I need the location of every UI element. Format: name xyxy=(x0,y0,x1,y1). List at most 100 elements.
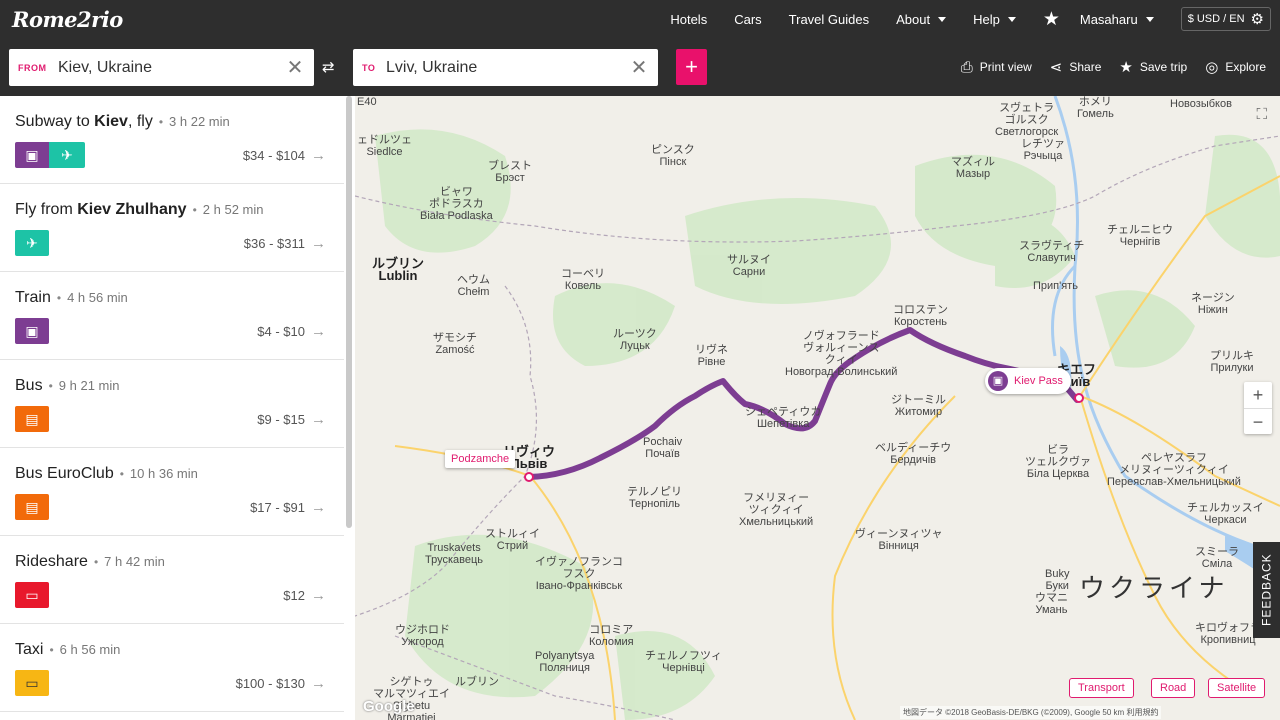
share-icon: ⋖ xyxy=(1049,59,1063,76)
route-modes: ▭ xyxy=(15,582,49,608)
train-icon: ▣ xyxy=(988,371,1008,391)
map-type-road[interactable]: Road xyxy=(1151,678,1196,698)
map-place-label: Polyanytsya Поляниця xyxy=(535,650,595,674)
from-input[interactable]: Kiev, Ukraine xyxy=(58,59,276,77)
start-station-pin[interactable]: Podzamche xyxy=(445,450,516,468)
print-view-button[interactable]: ⎙ Print view xyxy=(961,59,1032,76)
map-place-label: プリルキ Прилуки xyxy=(1210,350,1254,374)
nav-hotels[interactable]: Hotels xyxy=(670,12,707,27)
map-place-label: ビラ ツェルクヴァ Біла Церква xyxy=(1025,444,1091,480)
route-price-value: $100 - $130 xyxy=(235,676,305,691)
nav-travel-guides[interactable]: Travel Guides xyxy=(789,12,869,27)
share-button[interactable]: ⋖ Share xyxy=(1050,58,1102,76)
route-option[interactable]: Taxi • 6 h 56 min ▭ $100 - $130 → xyxy=(0,624,344,712)
end-station-pin[interactable]: ▣ Kiev Pass xyxy=(985,368,1071,394)
map-place-label: スヴェトラ ゴルスク Светлогорск xyxy=(995,102,1059,138)
train-icon: ▣ xyxy=(15,142,49,168)
zoom-control: + − xyxy=(1244,382,1272,434)
separator-dot: • xyxy=(158,115,164,129)
route-price: $9 - $15 → xyxy=(257,411,326,428)
map-place-label: ウマニ Умань xyxy=(1035,592,1068,616)
route-price: $36 - $311 → xyxy=(244,235,326,252)
user-menu[interactable]: Masaharu xyxy=(1080,12,1154,27)
chevron-down-icon xyxy=(1145,16,1154,22)
map-place-label: E40 xyxy=(357,96,377,108)
route-option[interactable]: Subway to Kiev, fly • 3 h 22 min ▣ ✈ $34 - $1… xyxy=(0,96,344,184)
route-option[interactable]: Bus EuroClub • 10 h 36 min ▤ $17 - $91 → xyxy=(0,448,344,536)
map-place-label: Truskavets Трускавець xyxy=(425,542,484,566)
to-field[interactable]: TO Lviv, Ukraine ✕ xyxy=(353,49,658,86)
map-place-label: ルーツク Луцьк xyxy=(613,328,657,352)
nav-help-dropdown[interactable]: Help xyxy=(973,12,1016,27)
route-title-text: Bus EuroClub xyxy=(15,465,114,482)
saved-trips-star-icon[interactable]: ★ xyxy=(1043,8,1060,31)
route-title-text: Taxi xyxy=(15,641,44,658)
route-option[interactable]: Fly from Kiev Zhulhany • 2 h 52 min ✈ $36 - … xyxy=(0,184,344,272)
printer-icon: ⎙ xyxy=(960,58,973,76)
separator-dot: • xyxy=(119,467,124,481)
map-place-label: ルブリン xyxy=(455,676,499,688)
route-price-value: $4 - $10 xyxy=(257,324,305,339)
from-field[interactable]: FROM Kiev, Ukraine ✕ xyxy=(9,49,314,86)
clear-from-icon[interactable]: ✕ xyxy=(276,55,314,80)
route-price: $4 - $10 → xyxy=(257,323,326,340)
to-input[interactable]: Lviv, Ukraine xyxy=(386,59,620,77)
map-place-label: コロミア Коломия xyxy=(589,624,634,648)
map-place-label: ベルディーチウ Бердичів xyxy=(875,442,952,466)
route-price: $12 → xyxy=(283,587,326,604)
route-option[interactable]: Bus • 9 h 21 min ▤ $9 - $15 → xyxy=(0,360,344,448)
nav-travel-guides-label: Travel Guides xyxy=(788,11,870,27)
route-list-scrollbar[interactable] xyxy=(346,96,352,528)
user-name: Masaharu xyxy=(1079,11,1138,27)
route-title-text: Train xyxy=(15,289,51,306)
explore-button[interactable]: ◎ Explore xyxy=(1205,58,1266,76)
currency-language-button[interactable]: $ USD / EN ⚙ xyxy=(1180,7,1271,31)
route-title: Fly from Kiev Zhulhany • 2 h 52 min xyxy=(15,201,344,219)
feedback-tab[interactable]: FEEDBACK xyxy=(1253,542,1280,638)
add-destination-button[interactable]: + xyxy=(676,49,707,85)
separator-dot: • xyxy=(192,203,197,217)
separator-dot: • xyxy=(48,379,53,393)
map-place-label: スミーラ Сміла xyxy=(1195,546,1239,570)
route-price: $34 - $104 → xyxy=(243,147,326,164)
route-title-text: Fly from xyxy=(15,201,78,218)
route-modes: ▤ xyxy=(15,494,49,520)
route-option[interactable]: Rideshare • 7 h 42 min ▭ $12 → xyxy=(0,536,344,624)
route-price-value: $9 - $15 xyxy=(257,412,305,427)
swap-direction-icon[interactable]: ⇄ xyxy=(322,58,335,76)
map-place-label: ホメリ Гомель xyxy=(1077,96,1114,120)
route-option[interactable]: Train • 4 h 56 min ▣ $4 - $10 → xyxy=(0,272,344,360)
taxi-icon: ▭ xyxy=(15,670,49,696)
map-type-transport[interactable]: Transport xyxy=(1069,678,1134,698)
separator-dot: • xyxy=(56,291,62,305)
map[interactable]: スヴェトラ ゴルスク Светлогорск ホメリ Гомель Новозыбк… xyxy=(355,96,1280,720)
zoom-in-button[interactable]: + xyxy=(1244,382,1272,408)
map-place-label: ジトーミル Житомир xyxy=(891,394,946,418)
nav-hotels-label: Hotels xyxy=(670,11,708,27)
top-nav-bar: Rome2rio Hotels Cars Travel Guides About… xyxy=(0,0,1280,38)
map-place-label: チェルニヒウ Чернігів xyxy=(1107,224,1173,248)
rome2rio-logo[interactable]: Rome2rio xyxy=(12,7,123,32)
map-place-label: ストルィイ Стрий xyxy=(485,528,540,552)
nav-cars[interactable]: Cars xyxy=(734,12,761,27)
star-icon: ★ xyxy=(1119,59,1133,76)
map-place-label: マズィル Мазыр xyxy=(951,156,995,180)
route-duration: 10 h 36 min xyxy=(129,466,198,481)
country-label: ウクライナ xyxy=(1079,573,1229,603)
route-duration: 7 h 42 min xyxy=(104,554,165,569)
route-price-value: $12 xyxy=(283,588,305,603)
train-icon: ▣ xyxy=(15,318,49,344)
clear-to-icon[interactable]: ✕ xyxy=(620,55,658,80)
save-trip-button[interactable]: ★ Save trip xyxy=(1119,58,1187,76)
map-type-satellite[interactable]: Satellite xyxy=(1208,678,1266,698)
route-duration: 3 h 22 min xyxy=(169,114,230,129)
fullscreen-icon[interactable]: ⛶ xyxy=(1256,106,1267,123)
arrow-right-icon: → xyxy=(311,499,326,516)
zoom-out-button[interactable]: − xyxy=(1244,408,1272,434)
nav-about-dropdown[interactable]: About xyxy=(896,12,947,27)
arrow-right-icon: → xyxy=(311,147,326,164)
map-place-label: フメリヌィー ツィクィイ Хмельницький xyxy=(739,492,814,528)
terms-link[interactable]: 利用規約 xyxy=(1126,708,1158,717)
map-place-label: サルヌイ Сарни xyxy=(727,254,771,278)
print-view-label: Print view xyxy=(979,60,1032,74)
